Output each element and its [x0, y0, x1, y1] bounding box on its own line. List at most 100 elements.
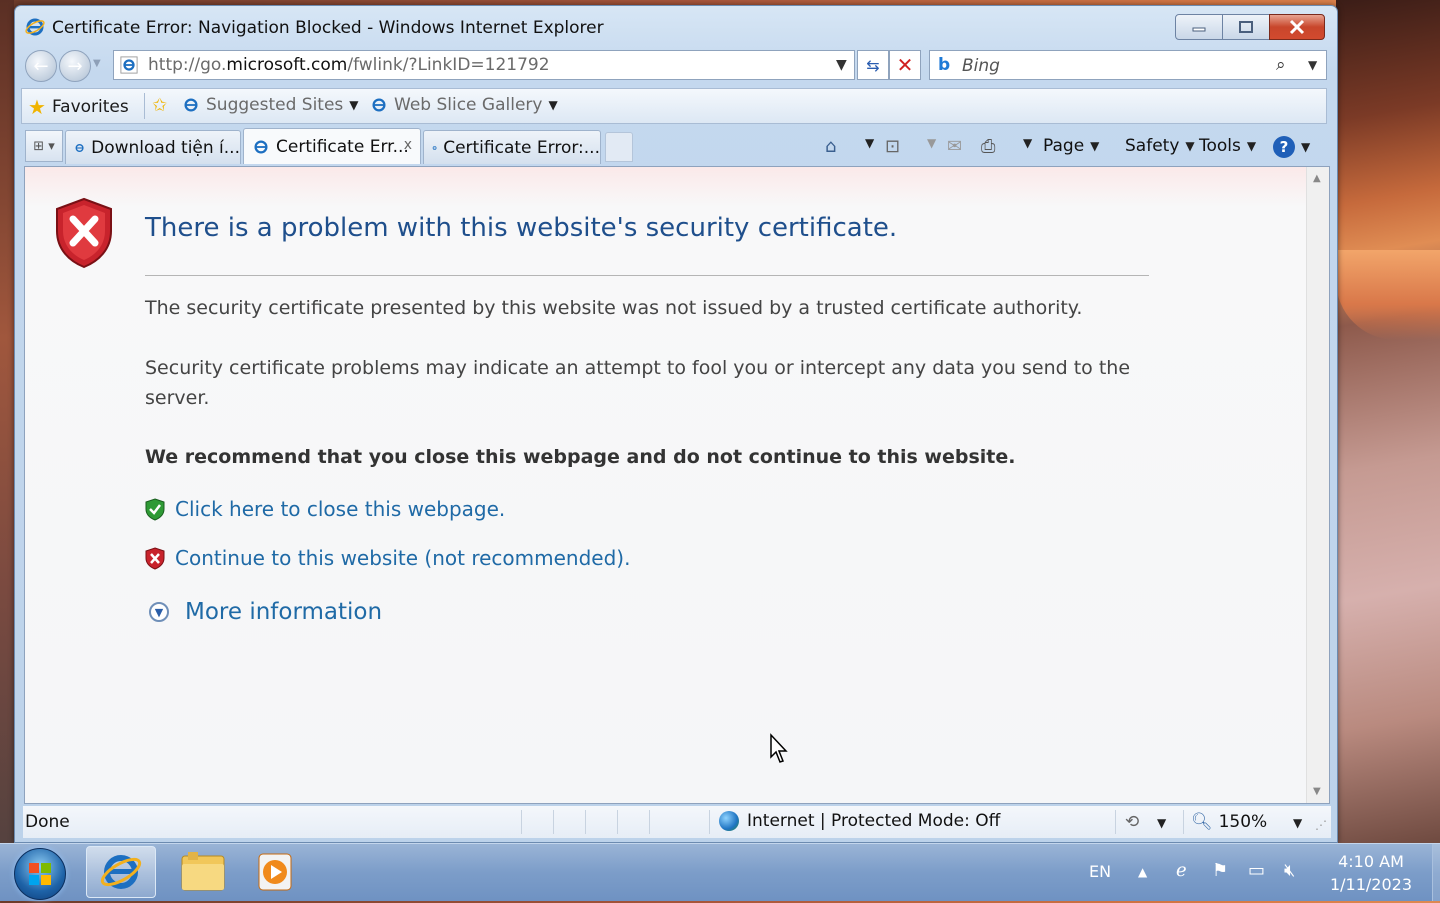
- taskbar: EN ▲ ℯ ⚑ ▭ 🔇︎ 4:10 AM 1/11/2023: [0, 843, 1440, 901]
- feeds-button[interactable]: ⊡: [885, 136, 900, 157]
- action-center-flag-icon[interactable]: ⚑: [1212, 860, 1228, 881]
- close-webpage-link[interactable]: Click here to close this webpage.: [145, 497, 505, 521]
- close-window-button[interactable]: [1269, 14, 1325, 40]
- print-button[interactable]: ⎙: [981, 136, 995, 157]
- back-button[interactable]: ←: [25, 50, 57, 82]
- safety-menu-button[interactable]: Safety ▼: [1125, 136, 1195, 156]
- safety-menu-label: Safety: [1125, 136, 1180, 156]
- address-dropdown-icon[interactable]: ▼: [836, 57, 847, 73]
- chevron-down-icon: ▼: [1090, 139, 1100, 153]
- maximize-button[interactable]: [1222, 14, 1270, 40]
- title-bar[interactable]: Certificate Error: Navigation Blocked - …: [15, 6, 1337, 46]
- search-box[interactable]: b Bing ⌕ ▼: [929, 50, 1327, 80]
- chevron-down-icon: ▼: [1185, 139, 1195, 153]
- chevron-down-icon[interactable]: ▼: [1157, 816, 1166, 830]
- status-divider: [617, 810, 618, 834]
- search-options-dropdown-icon[interactable]: ▼: [1308, 58, 1317, 72]
- compatibility-icon[interactable]: ⟲: [1125, 812, 1139, 832]
- divider: [145, 275, 1149, 276]
- chevron-down-icon: ▼: [927, 136, 937, 150]
- green-shield-check-icon: [145, 497, 165, 521]
- printer-icon: ⎙: [981, 136, 996, 157]
- print-dropdown[interactable]: ▼: [1017, 136, 1032, 150]
- recent-pages-dropdown-icon[interactable]: ▼: [93, 58, 101, 69]
- red-shield-x-icon: [145, 546, 165, 570]
- close-webpage-label: Click here to close this webpage.: [175, 497, 506, 521]
- mouse-cursor-icon: [770, 733, 788, 763]
- address-bar[interactable]: http://go.microsoft.com/fwlink/?LinkID=1…: [113, 50, 855, 80]
- navigation-row: ← → ▼ http://go.microsoft.com/fwlink/?Li…: [23, 48, 1329, 84]
- favorites-button[interactable]: ★ Favorites: [28, 95, 129, 119]
- favorites-star-icon: ★: [28, 95, 46, 119]
- ie-logo-icon: [25, 18, 45, 36]
- volume-muted-icon[interactable]: 🔇︎: [1284, 860, 1295, 881]
- suggested-sites-button[interactable]: Suggested Sites ▼: [182, 95, 359, 115]
- more-information-toggle[interactable]: ▼ More information: [149, 599, 382, 625]
- home-button[interactable]: ⌂: [825, 136, 836, 157]
- taskbar-file-explorer[interactable]: [168, 846, 238, 898]
- status-divider: [521, 810, 522, 834]
- home-dropdown[interactable]: ▼: [859, 136, 874, 150]
- certificate-description: The security certificate presented by th…: [145, 297, 1083, 319]
- tab-label: Certificate Error:...: [443, 137, 600, 158]
- chevron-down-icon: ▼: [548, 98, 558, 112]
- vertical-scrollbar[interactable]: ▲ ▼: [1306, 167, 1329, 803]
- resize-grip-icon[interactable]: ⋰: [1315, 818, 1327, 832]
- globe-icon: [719, 811, 739, 831]
- taskbar-media-player[interactable]: [240, 846, 310, 898]
- help-button[interactable]: ? ▼: [1273, 136, 1310, 158]
- show-hidden-icons-icon[interactable]: ▲: [1138, 865, 1147, 879]
- desktop-wallpaper-left: [0, 0, 14, 843]
- taskbar-internet-explorer[interactable]: [86, 846, 156, 898]
- forward-arrow-icon: →: [67, 55, 83, 77]
- status-divider: [553, 810, 554, 834]
- security-zone[interactable]: Internet | Protected Mode: Off: [719, 811, 1000, 831]
- read-mail-button[interactable]: ✉: [947, 136, 962, 157]
- zoom-level-button[interactable]: 🔍︎ 150%: [1191, 812, 1267, 832]
- stop-button[interactable]: ✕: [889, 50, 921, 80]
- add-to-favorites-bar-button[interactable]: ✩: [152, 95, 173, 116]
- continue-label: Continue to this website (not recommende…: [175, 546, 631, 570]
- status-bar: Done Internet | Protected Mode: Off ⟲ ▼ …: [23, 806, 1331, 838]
- scroll-down-icon[interactable]: ▼: [1313, 786, 1321, 797]
- minimize-button[interactable]: [1175, 14, 1223, 40]
- network-icon[interactable]: ▭: [1248, 860, 1265, 881]
- home-icon: ⌂: [825, 136, 837, 157]
- search-placeholder: Bing: [962, 56, 1000, 76]
- clock-date: 1/11/2023: [1329, 875, 1413, 894]
- tab-certificate-error-active[interactable]: Certificate Err... x: [243, 128, 421, 164]
- scroll-up-icon[interactable]: ▲: [1313, 173, 1321, 184]
- show-desktop-button[interactable]: [1432, 844, 1440, 901]
- quick-tabs-button[interactable]: ⊞ ▾: [25, 130, 63, 162]
- expand-chevron-icon: ▼: [149, 602, 169, 622]
- zoom-dropdown-icon[interactable]: ▼: [1293, 816, 1302, 830]
- zoom-label: 150%: [1218, 812, 1268, 832]
- favorites-divider: [144, 93, 145, 119]
- web-slice-ie-icon: [372, 98, 386, 112]
- language-indicator[interactable]: EN: [1089, 862, 1111, 881]
- media-player-icon: [258, 853, 292, 891]
- start-button[interactable]: [14, 848, 66, 900]
- refresh-button[interactable]: ⇆: [857, 50, 889, 80]
- search-icon[interactable]: ⌕: [1276, 55, 1286, 75]
- continue-to-website-link[interactable]: Continue to this website (not recommende…: [145, 546, 630, 570]
- system-clock[interactable]: 4:10 AM 1/11/2023: [1318, 850, 1424, 896]
- risk-description: Security certificate problems may indica…: [145, 357, 1131, 409]
- tab-certificate-error[interactable]: Certificate Error:...: [423, 130, 601, 164]
- forward-button[interactable]: →: [59, 50, 91, 82]
- tab-download[interactable]: Download tiện í...: [65, 130, 241, 164]
- suggested-sites-ie-icon: [184, 98, 198, 112]
- close-tab-icon[interactable]: x: [404, 137, 412, 153]
- web-slice-gallery-label: Web Slice Gallery: [394, 95, 543, 115]
- restore-icon: [1239, 21, 1253, 33]
- new-tab-button[interactable]: [605, 132, 633, 162]
- ie-logo-icon: [100, 855, 142, 889]
- tools-menu-button[interactable]: Tools ▼: [1199, 136, 1256, 156]
- page-menu-button[interactable]: Page ▼: [1043, 136, 1099, 156]
- feeds-dropdown[interactable]: ▼: [921, 136, 936, 150]
- web-slice-gallery-button[interactable]: Web Slice Gallery ▼: [370, 95, 558, 115]
- ie-tray-icon[interactable]: ℯ: [1176, 860, 1187, 881]
- bing-logo-icon: b: [938, 55, 951, 75]
- status-divider: [1115, 810, 1116, 834]
- windows-logo-icon: [29, 863, 51, 885]
